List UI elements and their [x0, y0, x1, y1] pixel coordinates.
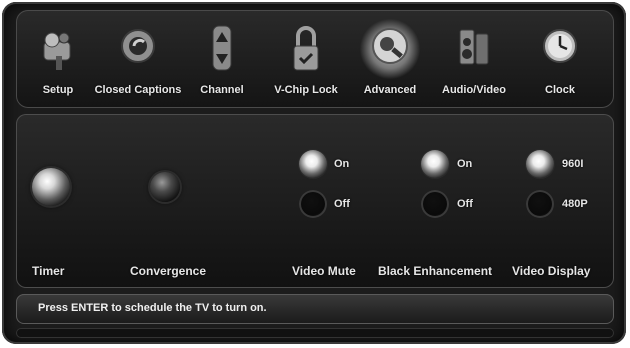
setup-icon: [43, 32, 71, 70]
video-display-480p-radio[interactable]: [526, 190, 554, 218]
black-enhancement-label: Black Enhancement: [378, 264, 493, 278]
menu-item-channel[interactable]: Channel: [184, 10, 260, 108]
bottom-strip: [16, 328, 614, 338]
clock-icon: [543, 29, 577, 63]
menu-item-vchip-lock[interactable]: V-Chip Lock: [268, 10, 344, 108]
black-enhancement-on-label: On: [457, 158, 473, 170]
convergence-knob[interactable]: [150, 172, 180, 202]
advanced-icon: [372, 28, 408, 64]
lock-icon: [293, 26, 319, 71]
video-mute-on-label: On: [334, 158, 350, 170]
audio-video-icon: [459, 29, 489, 65]
top-menu-bar: Setup Closed Captions Channel V-Chip Loc…: [16, 10, 614, 108]
status-text: Press ENTER to schedule the TV to turn o…: [38, 302, 267, 314]
status-bar: Press ENTER to schedule the TV to turn o…: [16, 294, 614, 324]
tv-menu-frame: Setup Closed Captions Channel V-Chip Loc…: [2, 2, 626, 344]
menu-label-clock: Clock: [545, 84, 575, 96]
timer-knob[interactable]: [32, 168, 70, 206]
menu-item-clock[interactable]: Clock: [522, 10, 598, 108]
menu-item-closed-captions[interactable]: Closed Captions: [95, 10, 181, 108]
video-display-960i-label: 960I: [562, 158, 584, 170]
video-display-label: Video Display: [512, 264, 591, 278]
timer-label: Timer: [32, 264, 65, 278]
video-mute-off-label: Off: [334, 198, 350, 210]
video-mute-on-radio[interactable]: [299, 150, 327, 178]
convergence-label: Convergence: [130, 264, 207, 278]
video-mute-off-radio[interactable]: [299, 190, 327, 218]
closed-captions-icon: [121, 29, 155, 63]
video-display-480p-label: 480P: [562, 198, 588, 210]
black-enhancement-off-label: Off: [457, 198, 473, 210]
video-display-960i-radio[interactable]: [526, 150, 554, 178]
menu-item-setup[interactable]: Setup: [20, 10, 96, 108]
black-enhancement-on-radio[interactable]: [421, 150, 449, 178]
menu-item-advanced[interactable]: Advanced: [352, 10, 428, 108]
channel-arrows-icon: [212, 25, 232, 71]
black-enhancement-off-radio[interactable]: [421, 190, 449, 218]
video-mute-label: Video Mute: [292, 264, 356, 278]
menu-item-audio-video[interactable]: Audio/Video: [436, 10, 512, 108]
advanced-settings-panel: Timer Convergence On Off Video Mute On O…: [16, 114, 614, 288]
